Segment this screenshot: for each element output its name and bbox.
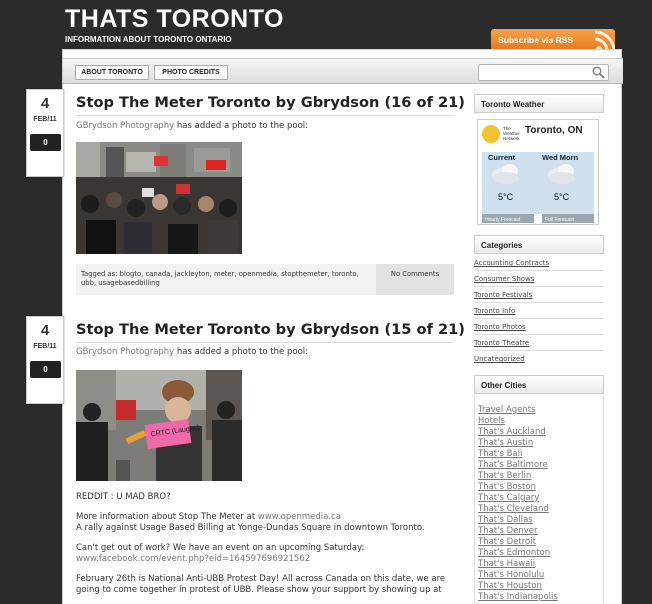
post-title[interactable]: Stop The Meter Toronto by Gbrydson (15 o… xyxy=(76,321,465,338)
city-link[interactable]: That's Edmonton xyxy=(478,548,550,558)
post-body: REDDIT : U MAD BRO? More information abo… xyxy=(76,492,454,596)
forecast-label: Wed Morn xyxy=(542,153,579,162)
weather-widget-title: Toronto Weather xyxy=(474,94,604,113)
paragraph-text: A rally against Usage Based Billing at Y… xyxy=(76,523,425,533)
no-comments-box: No Comments xyxy=(376,264,454,295)
post-date-box: 4 FEB/11 0 xyxy=(26,316,64,404)
post-paragraph: REDDIT : U MAD BRO? xyxy=(76,492,171,502)
site-tagline: INFORMATION ABOUT TORONTO ONTARIO xyxy=(65,35,232,44)
rss-label: Subscribe via RSS xyxy=(498,35,574,45)
site-title[interactable]: THATS TORONTO xyxy=(65,5,284,34)
tag-link[interactable]: openmedia xyxy=(239,270,277,278)
city-link[interactable]: Travel Agents xyxy=(478,405,536,415)
post-paragraph: More information about Stop The Meter at… xyxy=(76,512,454,534)
city-link[interactable]: That's Auckland xyxy=(478,427,546,437)
forecast-temp: 5°C xyxy=(554,192,570,202)
city-link[interactable]: That's Indianapolis xyxy=(478,592,558,602)
comment-count[interactable]: 0 xyxy=(30,134,61,151)
categories-title: Categories xyxy=(474,235,604,254)
category-link[interactable]: Toronto Theatre xyxy=(474,335,604,351)
weather-widget[interactable]: The Weather Network Toronto, ON Current … xyxy=(477,119,599,225)
city-link[interactable]: That's Honolulu xyxy=(478,570,544,580)
hourly-forecast-link[interactable]: Hourly Forecast xyxy=(485,217,521,223)
post-paragraph: Can't get out of work? We have an event … xyxy=(76,543,454,565)
tag-link[interactable]: meter xyxy=(214,270,234,278)
category-link[interactable]: Uncategorized xyxy=(474,351,604,367)
weather-widget-graphic: The Weather Network Toronto, ON Current … xyxy=(478,120,598,223)
nav-bar: ABOUT TORONTO PHOTO CREDITS xyxy=(63,58,623,84)
tag-link[interactable]: stopthemeter xyxy=(281,270,327,278)
paragraph-text: February 26th is National Anti-UBB Prote… xyxy=(76,574,446,584)
city-link[interactable]: That's Baltimore xyxy=(478,460,548,470)
tag-link[interactable]: blogto xyxy=(120,270,142,278)
paragraph-text: Can't get out of work? We have an event … xyxy=(76,543,365,553)
post-photo[interactable]: CRTC (Laughs) xyxy=(76,370,242,481)
post-month: FEB/11 xyxy=(33,116,57,123)
city-link[interactable]: That's Boston xyxy=(478,482,536,492)
post-byline: GBrydson Photography has added a photo t… xyxy=(76,121,308,131)
post-photo[interactable] xyxy=(76,142,242,254)
byline-text: has added a photo to the pool: xyxy=(176,347,309,357)
current-label: Current xyxy=(488,153,516,162)
tags-label: Tagged as: xyxy=(81,270,118,278)
tag-link[interactable]: toronto xyxy=(332,270,357,278)
post-day: 4 xyxy=(40,95,50,112)
post-paragraph: February 26th is National Anti-UBB Prote… xyxy=(76,574,454,596)
weather-city: Toronto, ON xyxy=(525,125,583,136)
paragraph-text: More information about Stop The Meter at xyxy=(76,512,256,522)
city-link[interactable]: That's Cleveland xyxy=(478,504,549,514)
post-month: FEB/11 xyxy=(33,343,57,350)
current-temp: 5°C xyxy=(498,192,514,202)
network-line: Network xyxy=(503,136,520,141)
category-link[interactable]: Toronto Photos xyxy=(474,319,604,335)
city-link[interactable]: That's Hawaii xyxy=(478,559,535,569)
city-link[interactable]: That's Houston xyxy=(478,581,542,591)
city-link[interactable]: Hotels xyxy=(478,416,505,426)
nav-photo-credits[interactable]: PHOTO CREDITS xyxy=(154,65,228,80)
post-date-box: 4 FEB/11 0 xyxy=(26,89,64,177)
tag-link[interactable]: usagebasedbilling xyxy=(98,279,160,287)
tag-list: Tagged as: blogto, canada, jackleyton, m… xyxy=(81,270,359,287)
city-link[interactable]: That's Calgary xyxy=(478,493,539,503)
byline-text: has added a photo to the pool: xyxy=(176,121,309,131)
search-icon[interactable] xyxy=(592,66,605,79)
author-link[interactable]: GBrydson Photography xyxy=(76,347,174,357)
no-comments-link[interactable]: No Comments xyxy=(391,270,439,278)
category-link[interactable]: Accounting Contracts xyxy=(474,255,604,271)
weather-network-logo-icon xyxy=(482,125,500,143)
category-link[interactable]: Consumer Shows xyxy=(474,271,604,287)
category-link[interactable]: Toronto Info xyxy=(474,303,604,319)
divider xyxy=(76,342,454,343)
full-forecast-link[interactable]: Full Forecast xyxy=(545,217,575,223)
tag-link[interactable]: canada xyxy=(145,270,170,278)
other-cities-title: Other Cities xyxy=(474,375,604,394)
tag-link[interactable]: jackleyton xyxy=(175,270,210,278)
post-title[interactable]: Stop The Meter Toronto by Gbrydson (16 o… xyxy=(76,94,465,111)
city-link[interactable]: That's Dallas xyxy=(478,515,533,525)
tag-link[interactable]: ubb xyxy=(81,279,94,287)
post-tag-bar: Tagged as: blogto, canada, jackleyton, m… xyxy=(76,264,454,295)
city-link[interactable]: That's Bali xyxy=(478,449,522,459)
paragraph-text: going to come together in protest of UBB… xyxy=(76,585,442,595)
nav-about-toronto[interactable]: ABOUT TORONTO xyxy=(75,65,149,80)
city-link[interactable]: That's Berlin xyxy=(478,471,531,481)
post-day: 4 xyxy=(40,322,50,339)
city-link[interactable]: That's Denver xyxy=(478,526,538,536)
divider xyxy=(76,115,454,116)
openmedia-link[interactable]: www.openmedia.ca xyxy=(258,512,341,522)
search-input[interactable] xyxy=(478,64,609,81)
facebook-event-link[interactable]: www.facebook.com/event.php?eid=164597696… xyxy=(76,554,310,564)
city-link[interactable]: That's Detroit xyxy=(478,537,536,547)
author-link[interactable]: GBrydson Photography xyxy=(76,121,174,131)
post-byline: GBrydson Photography has added a photo t… xyxy=(76,347,308,357)
comment-count[interactable]: 0 xyxy=(30,361,61,378)
city-link[interactable]: That's Austin xyxy=(478,438,533,448)
category-link[interactable]: Toronto Festivals xyxy=(474,287,604,303)
